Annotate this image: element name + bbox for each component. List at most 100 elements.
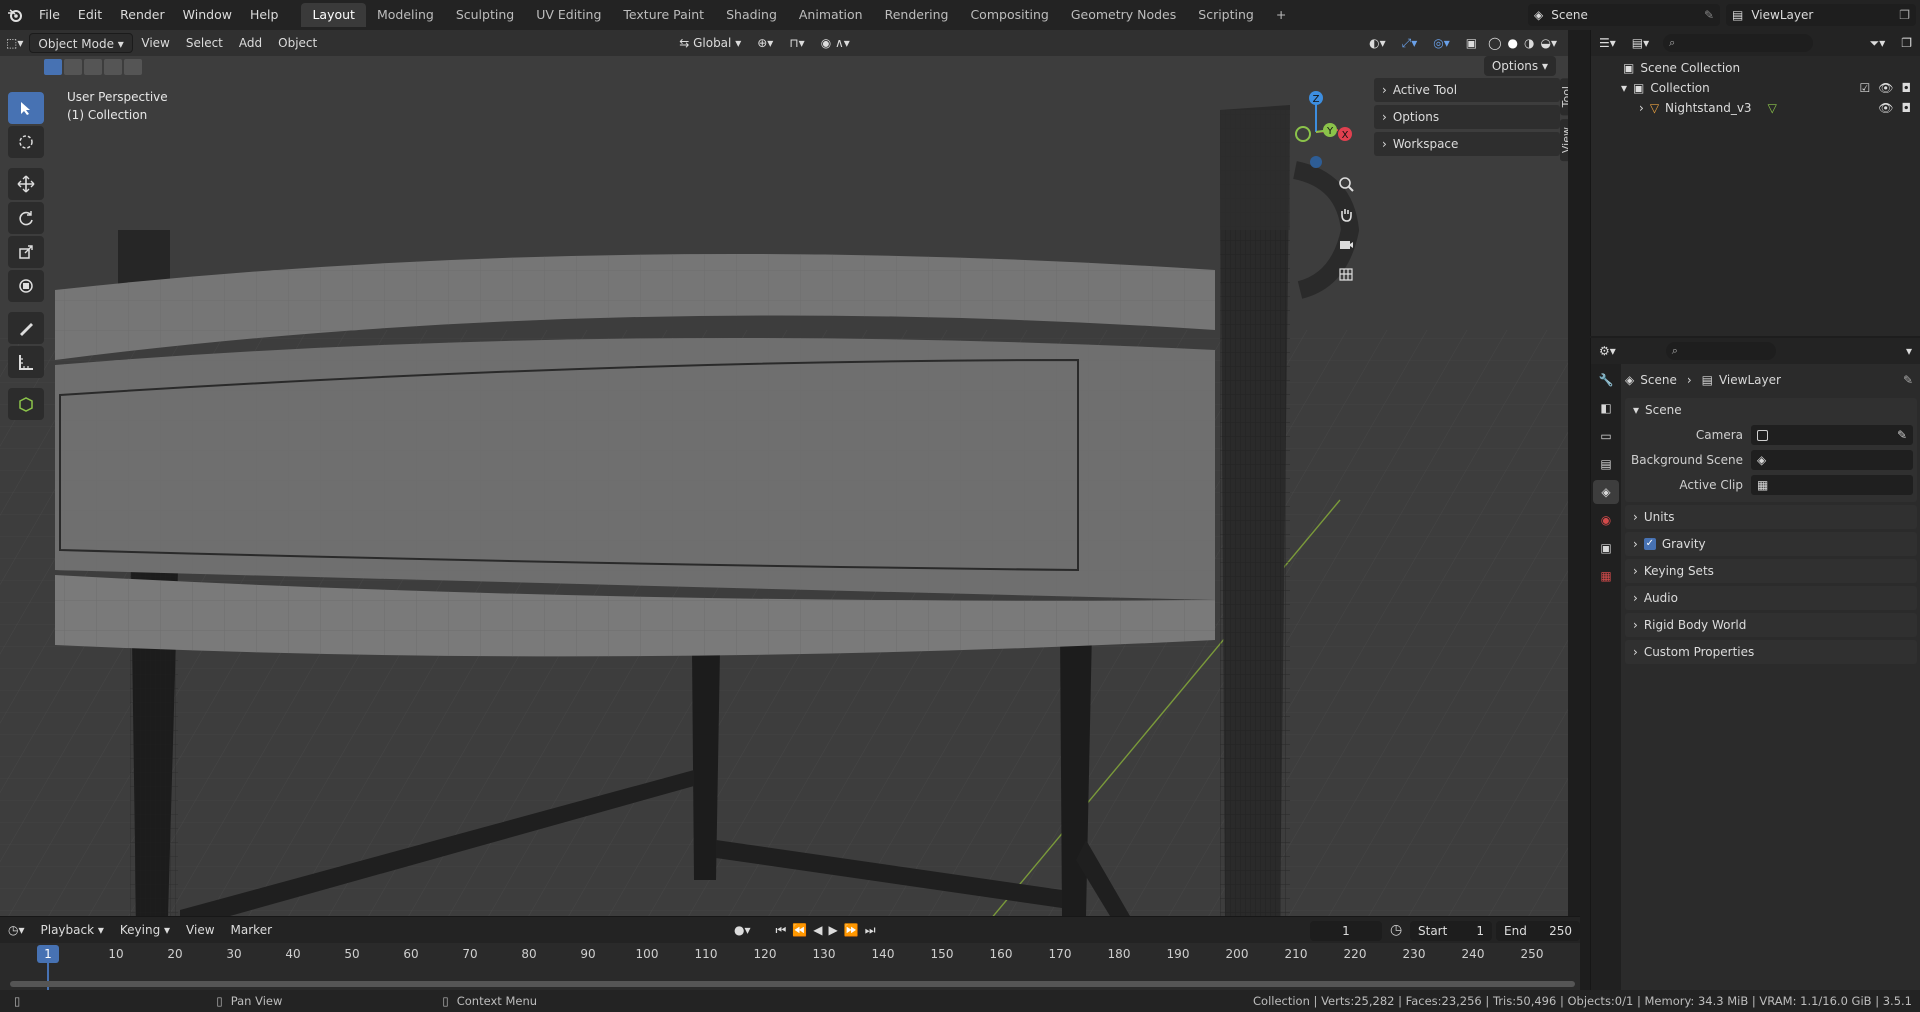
menu-edit[interactable]: Edit	[69, 0, 111, 30]
camera-view-icon[interactable]	[1334, 232, 1358, 256]
rotate-tool-icon[interactable]	[8, 202, 44, 234]
outliner-row-collection[interactable]: ▾ ▣ Collection ☑ 👁 ◘	[1591, 78, 1920, 98]
outliner-row-scene-collection[interactable]: ▣ Scene Collection	[1591, 58, 1920, 78]
outliner-row-nightstand[interactable]: › ▽ Nightstand_v3 ▽ 👁 ◘	[1591, 98, 1920, 118]
menu-file[interactable]: File	[30, 0, 69, 30]
jump-start-icon[interactable]: ⏮	[773, 920, 790, 940]
outliner-editor-type-icon[interactable]: ☰▾	[1591, 33, 1624, 53]
menu-render[interactable]: Render	[111, 0, 174, 30]
eyedropper-icon[interactable]: ✎	[1897, 428, 1907, 442]
tab-scripting[interactable]: Scripting	[1187, 3, 1265, 27]
tab-uv-editing[interactable]: UV Editing	[525, 3, 612, 27]
select-box-tool-icon[interactable]	[8, 92, 44, 124]
npanel-tab-view[interactable]: View	[1560, 119, 1568, 162]
add-workspace-button[interactable]: +	[1265, 3, 1297, 27]
end-frame-field[interactable]: End 250	[1496, 921, 1580, 941]
tab-shading[interactable]: Shading	[715, 3, 788, 27]
overlay-toggle-icon[interactable]: ◎▾	[1425, 33, 1458, 53]
select-subtract-icon[interactable]	[84, 59, 102, 75]
menu-select[interactable]: Select	[178, 33, 231, 53]
chevron-right-icon[interactable]: ›	[1639, 101, 1644, 115]
camera-icon[interactable]: ◘	[1902, 101, 1912, 115]
transform-tool-icon[interactable]	[8, 270, 44, 302]
object-mode-dropdown[interactable]: Object Mode ▾	[29, 33, 134, 53]
background-scene-field[interactable]: ◈	[1751, 450, 1913, 470]
pivot-icon[interactable]: ⊕▾	[749, 33, 781, 53]
current-frame-field[interactable]: 1	[1310, 921, 1382, 941]
collection-properties-tab-icon[interactable]: ▣	[1593, 536, 1619, 560]
display-mode-icon[interactable]: ▤▾	[1624, 33, 1657, 53]
tab-compositing[interactable]: Compositing	[959, 3, 1059, 27]
menu-playback[interactable]: Playback ▾	[33, 920, 112, 940]
camera-field[interactable]: ✎	[1751, 425, 1913, 445]
chevron-down-icon[interactable]: ▾	[1621, 81, 1627, 95]
npanel-tab-tool[interactable]: Tool	[1560, 78, 1568, 116]
pan-hand-icon[interactable]	[1334, 202, 1358, 226]
record-icon[interactable]: ●▾	[726, 920, 759, 940]
tab-layout[interactable]: Layout	[301, 3, 366, 27]
properties-editor-type-icon[interactable]: ⚙▾	[1591, 341, 1624, 361]
tool-properties-tab-icon[interactable]: 🔧	[1593, 368, 1619, 392]
start-frame-field[interactable]: Start 1	[1410, 921, 1492, 941]
clock-icon[interactable]: ◷	[1390, 922, 1402, 938]
view-layer-selector[interactable]: ▤ ViewLayer ❐	[1726, 4, 1916, 26]
output-properties-tab-icon[interactable]: ▭	[1593, 424, 1619, 448]
npanel-workspace[interactable]: › Workspace	[1374, 132, 1560, 156]
scene-selector[interactable]: ◈ Scene ✎	[1528, 4, 1720, 26]
xray-toggle-icon[interactable]: ▣	[1458, 33, 1485, 53]
menu-marker[interactable]: Marker	[223, 920, 280, 940]
annotate-tool-icon[interactable]	[8, 312, 44, 344]
shading-wireframe-icon[interactable]: ◯	[1485, 33, 1504, 53]
visibility-icon[interactable]: ◐▾	[1361, 33, 1394, 53]
audio-panel[interactable]: › Audio	[1625, 586, 1917, 610]
scale-tool-icon[interactable]	[8, 236, 44, 268]
navigation-gizmo[interactable]: Z Y X	[1290, 88, 1370, 168]
outliner-search-input[interactable]: ⌕	[1663, 34, 1814, 52]
properties-options-icon[interactable]: ▾	[1898, 341, 1920, 361]
timeline-ruler[interactable]: 10 20 30 40 50 60 70 80 90 100 110 120 130 140 150 160 1…	[0, 945, 1580, 967]
view-layer-tab-icon[interactable]: ▤	[1593, 452, 1619, 476]
scene-properties-tab-icon[interactable]: ◈	[1593, 480, 1619, 504]
blender-logo-icon[interactable]	[0, 0, 30, 30]
3d-viewport[interactable]: ⬚▾ Object Mode ▾ View Select Add Object …	[0, 30, 1568, 916]
prev-keyframe-icon[interactable]: ⏪	[789, 920, 810, 940]
gravity-checkbox[interactable]: ✓	[1643, 538, 1656, 550]
custom-properties-panel[interactable]: › Custom Properties	[1625, 640, 1917, 664]
active-clip-field[interactable]: ▦	[1751, 475, 1913, 495]
tab-rendering[interactable]: Rendering	[874, 3, 960, 27]
jump-end-icon[interactable]: ⏭	[862, 920, 879, 940]
menu-keying[interactable]: Keying ▾	[112, 920, 178, 940]
shading-material-icon[interactable]: ◑	[1521, 33, 1537, 53]
copy-layer-icon[interactable]: ❐	[1899, 8, 1910, 22]
menu-window[interactable]: Window	[174, 0, 241, 30]
select-extend-icon[interactable]	[64, 59, 82, 75]
viewport-options-button[interactable]: Options ▾	[1483, 56, 1556, 76]
menu-object[interactable]: Object	[270, 33, 325, 53]
measure-tool-icon[interactable]	[8, 346, 44, 378]
camera-icon[interactable]: ◘	[1902, 81, 1912, 95]
eye-icon[interactable]: 👁	[1878, 101, 1893, 115]
next-keyframe-icon[interactable]: ⏩	[841, 920, 862, 940]
play-icon[interactable]: ▶	[826, 920, 841, 940]
render-properties-tab-icon[interactable]: ◧	[1593, 396, 1619, 420]
shading-rendered-icon[interactable]: ◒▾	[1538, 33, 1561, 53]
tab-geometry-nodes[interactable]: Geometry Nodes	[1060, 3, 1187, 27]
tab-modeling[interactable]: Modeling	[366, 3, 445, 27]
properties-search-input[interactable]: ⌕	[1665, 342, 1776, 360]
select-intersect-icon[interactable]	[124, 59, 142, 75]
menu-add[interactable]: Add	[231, 33, 270, 53]
gizmo-toggle-icon[interactable]: ⤢▾	[1394, 33, 1426, 53]
npanel-active-tool[interactable]: › Active Tool	[1374, 78, 1560, 102]
add-cube-tool-icon[interactable]	[8, 388, 44, 420]
timeline-scrollbar[interactable]	[10, 981, 1575, 987]
proportional-edit-icon[interactable]: ◉ ∧▾	[813, 33, 858, 53]
shading-solid-icon[interactable]: ●	[1505, 33, 1521, 53]
tab-animation[interactable]: Animation	[788, 3, 874, 27]
gravity-panel[interactable]: › ✓ Gravity	[1625, 532, 1917, 556]
new-collection-icon[interactable]: ❐	[1893, 33, 1920, 53]
move-tool-icon[interactable]	[8, 168, 44, 200]
select-new-icon[interactable]	[44, 59, 62, 75]
ortho-grid-icon[interactable]	[1334, 262, 1358, 286]
pin-icon[interactable]: ✎	[1704, 8, 1714, 22]
editor-type-icon[interactable]: ⬚▾	[0, 33, 29, 53]
